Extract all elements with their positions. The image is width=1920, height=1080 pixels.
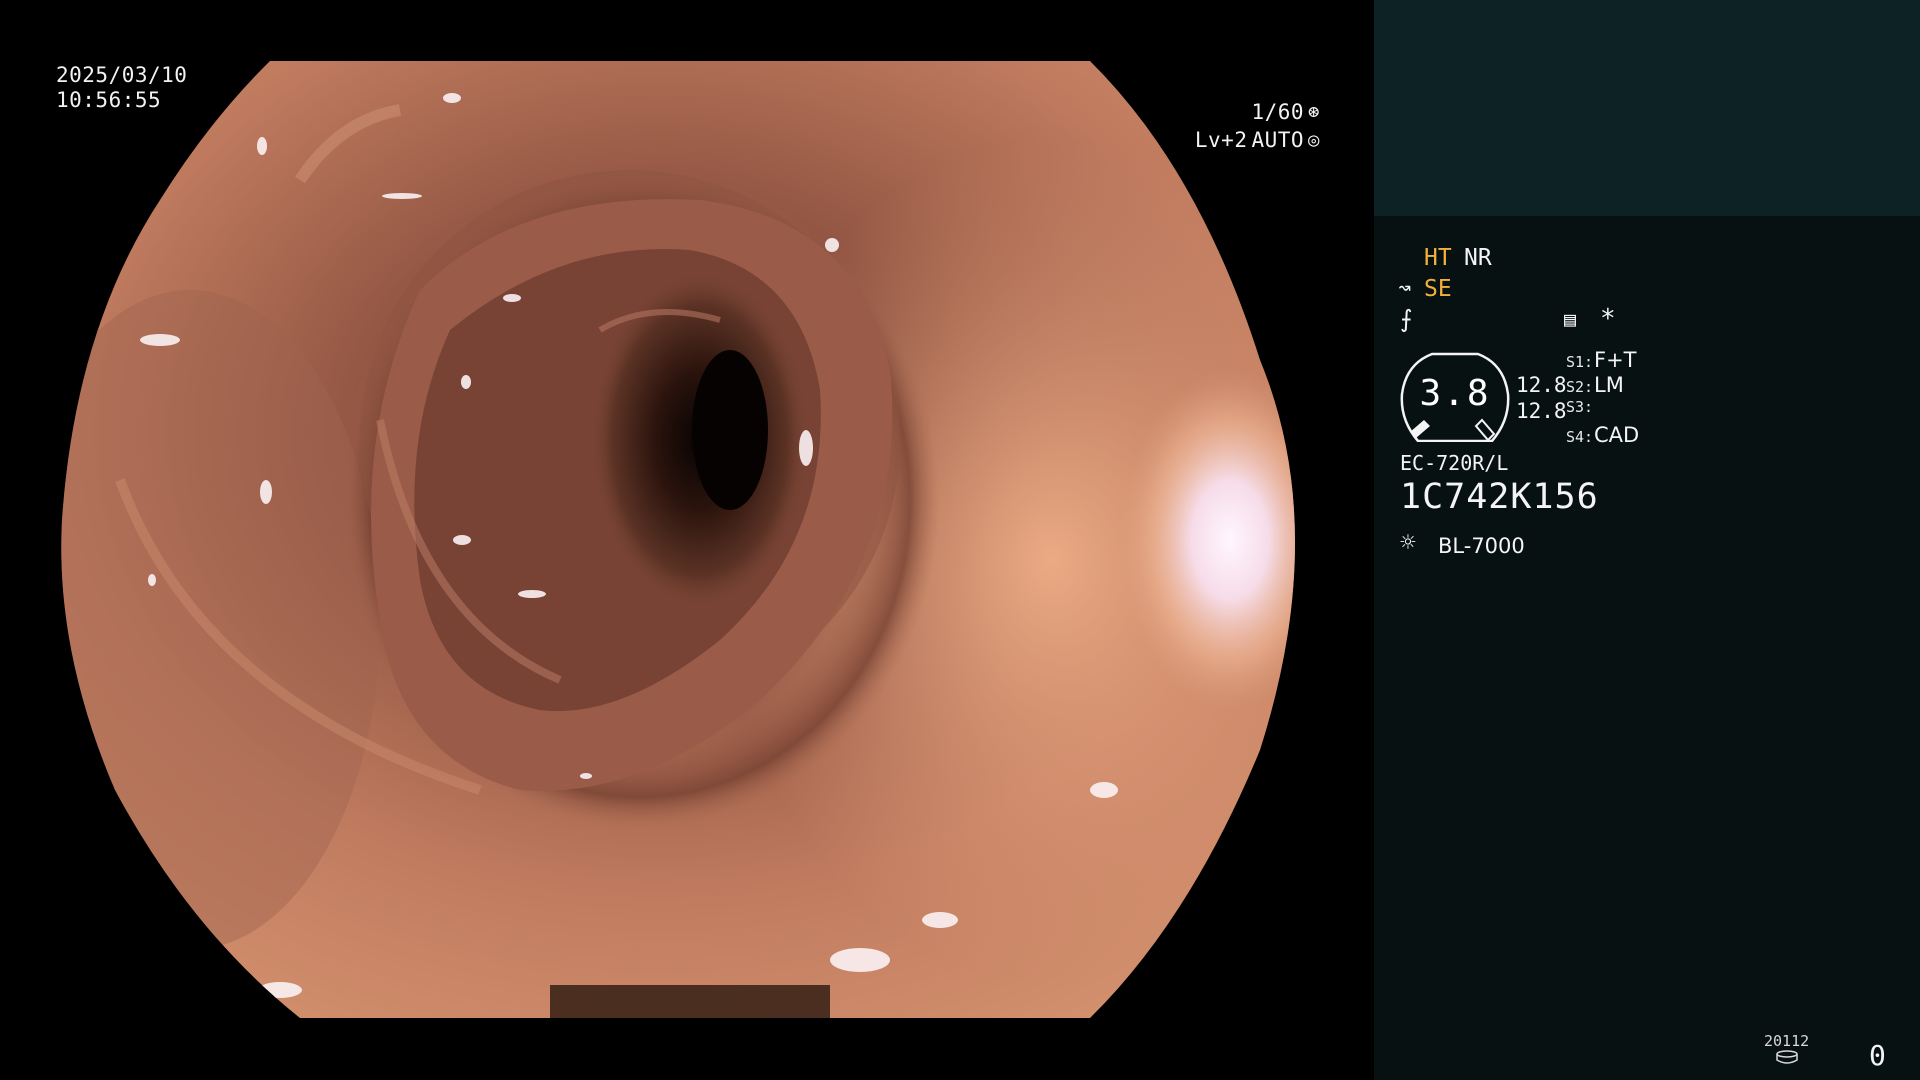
switch-assignment-2: S2: LM xyxy=(1566,373,1624,398)
switch-key: S4: xyxy=(1566,428,1594,446)
storage-disk-icon xyxy=(1776,1050,1798,1064)
capture-count: 0 xyxy=(1869,1039,1886,1072)
switch-assignment-4: S4: CAD xyxy=(1566,423,1639,448)
mode-se-indicator: SE xyxy=(1424,276,1452,302)
aperture-icon: ⊛ xyxy=(1308,100,1320,123)
endoscopy-screen: 2025/03/10 10:56:55 1/60 ⊛ Lv+2 AUTO ◎ H… xyxy=(0,0,1920,1080)
light-source-model: BL-7000 xyxy=(1438,534,1525,558)
switch-key: S1: xyxy=(1566,353,1594,371)
mode-ht-indicator: HT xyxy=(1424,245,1452,271)
gauge-value: 3.8 xyxy=(1419,373,1491,414)
switch-value: F+T xyxy=(1594,348,1637,372)
light-source-icon: ☼ xyxy=(1400,528,1416,558)
iris-icon: ◎ xyxy=(1308,128,1320,151)
info-panel: HT NR ↝ SE ⨍ ▤ * 3.8 12.8 12.8 S1: F+T S… xyxy=(1374,0,1920,1080)
switch-key: S3: xyxy=(1566,398,1594,416)
switch-value: CAD xyxy=(1594,423,1640,447)
gauge-reading-1: 12.8 xyxy=(1516,373,1567,397)
switch-key: S2: xyxy=(1566,378,1594,396)
exposure-status: 1/60 ⊛ Lv+2 AUTO ◎ xyxy=(1195,98,1320,154)
endoscope-view: 2025/03/10 10:56:55 1/60 ⊛ Lv+2 AUTO ◎ xyxy=(0,0,1374,1080)
brightness-level: Lv+2 xyxy=(1194,127,1248,152)
iris-mode: AUTO xyxy=(1251,127,1305,152)
scope-serial: 1C742K156 xyxy=(1400,477,1599,517)
scope-model: EC-720R/L xyxy=(1400,451,1509,475)
time-text: 10:56:55 xyxy=(56,88,162,112)
flex-icon: ⨍ xyxy=(1400,305,1413,333)
memo-icon: ▤ xyxy=(1564,307,1577,331)
shutter-row: 1/60 ⊛ xyxy=(1195,98,1320,126)
structure-enhance-icon: ↝ xyxy=(1398,276,1412,301)
datetime-stamp: 2025/03/10 10:56:55 xyxy=(56,63,187,113)
gauge-reading-2: 12.8 xyxy=(1516,399,1567,423)
level-row: Lv+2 AUTO ◎ xyxy=(1195,126,1320,154)
patient-info-area xyxy=(1374,0,1920,216)
switch-value: LM xyxy=(1594,373,1624,397)
switch-assignment-1: S1: F+T xyxy=(1566,348,1637,373)
asterisk-marker: * xyxy=(1600,304,1616,334)
shutter-speed: 1/60 xyxy=(1251,99,1305,124)
storage-counter: 20112 xyxy=(1764,1032,1810,1050)
endoscopic-image xyxy=(0,0,1374,1080)
switch-assignment-3: S3: xyxy=(1566,398,1594,423)
mode-nr-indicator: NR xyxy=(1464,245,1492,271)
date-text: 2025/03/10 xyxy=(56,63,188,87)
